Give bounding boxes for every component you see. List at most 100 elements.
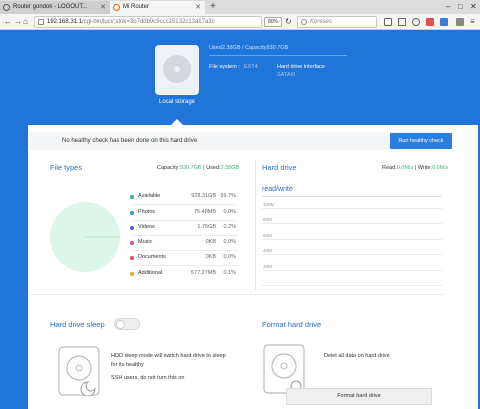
legend-dot-icon [130,272,134,276]
tab-router-gondok[interactable]: Router gondok - LOGOUT... ✕ [0,1,110,14]
chart-grid-line [262,285,442,286]
section-divider [30,294,446,295]
legend-separator [130,235,238,236]
sleep-toggle[interactable] [114,318,140,330]
legend-dot-icon [130,211,134,215]
menu-icon[interactable]: ≡ [470,16,475,28]
legend-size: 577.27MB [190,270,216,276]
chart-grid-line [262,208,442,209]
sleep-description-1: HDD sleep mode will switch hard drive to… [111,353,226,359]
legend-size: 928.31GB [191,193,216,199]
close-tab-icon[interactable]: ✕ [195,1,201,14]
legend-name: Photos [138,209,156,215]
bookmark-star-icon[interactable] [384,18,392,26]
extension-icon[interactable] [440,18,448,26]
capacity-bar [209,55,347,56]
legend-item: Photos 75.48MB 0.0% [130,209,248,218]
close-tab-icon[interactable]: ✕ [100,1,106,14]
legend-size: 75.48MB [193,209,216,215]
search-icon [301,19,307,25]
search-input[interactable]: Keresés [297,16,377,28]
legend-item: Additional 577.27MB 0.1% [130,270,248,279]
url-path: /cgi-bin/luci/;stok=3b7ddb9c9ccc15132c13… [82,19,215,25]
close-window-icon[interactable]: ✕ [470,0,477,13]
used-capacity-text: Used2.38GB / Capacity930.7GB [209,45,289,51]
url-host: 192.168.31.1 [47,19,83,25]
tab-favicon-icon [113,4,120,11]
interface-value: SATAIII [277,72,296,78]
address-bar[interactable]: 192.168.31.1/cgi-bin/luci/;stok=3b7ddb9c… [34,16,262,28]
reload-icon[interactable]: ↻ [285,16,292,28]
maximize-icon[interactable]: □ [458,0,463,13]
legend-name: Available [138,193,161,199]
legend-percent: 0.0% [223,254,236,260]
browser-nav-bar: ← → ⌂ 192.168.31.1/cgi-bin/luci/;stok=3b… [0,14,480,30]
file-system-value: EXT4 [244,64,258,70]
minimize-icon[interactable]: – [446,0,450,13]
tab-mi-router[interactable]: Mi Router ✕ [110,1,205,14]
read-write-title: read/write [262,186,293,193]
format-hard-drive-button[interactable]: Format hard drive [286,388,432,405]
run-healthy-check-button[interactable]: Run healthy check [390,133,452,149]
search-placeholder: Keresés [310,19,333,25]
read-write-rule [262,196,442,197]
file-system-label: File system : [209,64,240,70]
back-icon[interactable]: ← [4,16,12,28]
legend-item: Documents 0KB 0.0% [130,254,248,263]
legend-separator [130,265,238,266]
legend-item: Videos 1.75GB 0.2% [130,224,248,233]
chart-grid-line [262,270,442,271]
extension-icon[interactable] [426,18,434,26]
site-info-icon[interactable] [38,19,44,25]
legend-dot-icon [130,195,134,199]
browser-tab-bar: Router gondok - LOGOUT... ✕ Mi Router ✕ … [0,0,480,14]
hard-drive-title: Hard drive [262,163,297,172]
legend-name: Videos [138,224,155,230]
legend-separator [130,204,238,205]
legend-percent: 0.2% [223,224,236,230]
chart-tick-label: 40M [263,248,272,253]
sleep-warning: SSH users, do not turn this on [111,375,185,381]
extension-icon[interactable] [456,18,464,26]
local-storage-label: Local storage [158,99,196,105]
hard-drive-icon [155,45,199,95]
hard-drive-sleep-title: Hard drive sleep [50,320,105,329]
hard-drive-format-icon [263,344,305,394]
home-icon[interactable]: ⌂ [23,16,28,28]
download-icon[interactable] [412,18,420,26]
legend-size: 0KB [205,239,216,245]
chart-tick-label: 60M [263,233,272,238]
format-hard-drive-title: Format hard drive [262,320,322,329]
legend-percent: 99.7% [220,193,236,199]
health-check-message: No healthy check has been done on this h… [62,138,198,144]
interface-label: Hard drive interface [277,64,325,70]
legend-percent: 0.0% [223,239,236,245]
chart-grid-line [262,239,442,240]
zoom-level[interactable]: 80% [264,17,282,27]
format-description: Delet all data on hard drive [324,353,390,359]
file-types-title: File types [50,163,83,172]
tab-label: Router gondok - LOGOUT... [13,4,88,10]
column-divider [255,160,256,290]
tab-label: Mi Router [123,4,150,10]
legend-name: Additional [138,270,163,276]
legend-item: Music 0KB 0.0% [130,239,248,248]
chart-grid-line [262,254,442,255]
read-write-speed: Read:0.0M/s | Write:0.0M/s [382,165,449,171]
legend-name: Music [138,239,153,245]
legend-name: Documents [138,254,166,260]
file-types-pie-chart [50,202,120,272]
tab-favicon-icon [3,4,10,11]
legend-percent: 0.0% [223,209,236,215]
library-icon[interactable] [398,18,406,26]
chart-grid-line [262,223,442,224]
sleep-description-2: for its healthy [111,362,144,368]
legend-separator [130,220,238,221]
forward-icon[interactable]: → [14,16,22,28]
legend-dot-icon [130,226,134,230]
legend-separator [130,250,238,251]
legend-size: 1.75GB [197,224,216,230]
chart-tick-label: 100M [263,202,275,207]
new-tab-icon[interactable]: + [210,0,216,13]
hard-drive-sleep-icon [58,346,100,396]
